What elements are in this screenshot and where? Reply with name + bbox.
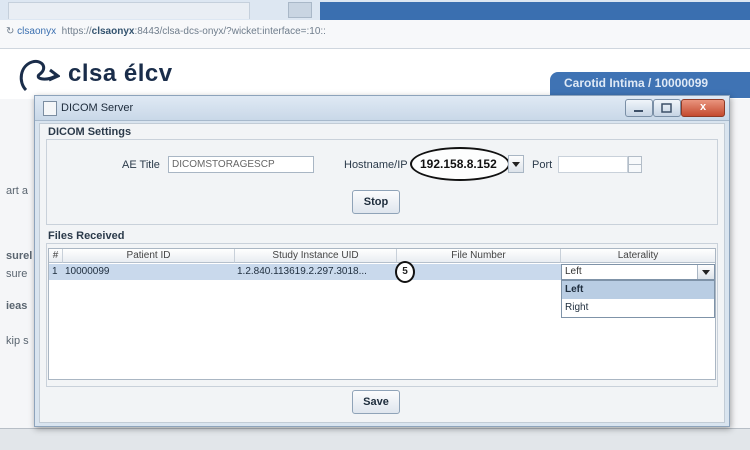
maximize-icon [661, 103, 672, 113]
laterality-option-label: Left [565, 284, 584, 295]
port-spinner[interactable] [628, 156, 642, 173]
browser-taskbar-area [320, 2, 750, 20]
side-text-fragment: sure [6, 268, 28, 280]
browser-new-tab-button[interactable] [288, 2, 312, 18]
dialog-body: DICOM Settings AE Title DICOMSTORAGESCP … [39, 123, 725, 423]
laterality-select[interactable]: Left [561, 264, 715, 280]
chevron-down-icon [702, 270, 710, 275]
ae-title-label: AE Title [122, 159, 160, 171]
column-header-file-number[interactable]: File Number [397, 249, 561, 263]
browser-tab[interactable] [8, 2, 250, 19]
side-text-fragment: ieas [6, 300, 28, 312]
stop-button[interactable]: Stop [352, 190, 400, 214]
laterality-option-left[interactable]: Left [562, 281, 714, 299]
side-text-fragment: kip s [6, 335, 29, 347]
column-header-study-uid[interactable]: Study Instance UID [235, 249, 397, 263]
files-received-group-label: Files Received [48, 230, 125, 242]
address-url-host: clsaonyx [91, 26, 135, 37]
laterality-dropdown-button[interactable] [697, 265, 714, 279]
laterality-options-list: Left Right [561, 280, 715, 318]
address-site-name: clsaonyx [17, 26, 57, 37]
hostname-dropdown-button[interactable] [508, 155, 524, 173]
dialog-title: DICOM Server [61, 102, 134, 114]
address-url-scheme: https:// [61, 26, 92, 37]
ae-title-input[interactable]: DICOMSTORAGESCP [168, 156, 314, 173]
address-url[interactable]: ↻ clsaonyx https://clsaonyx:8443/clsa-dc… [6, 26, 326, 37]
save-button[interactable]: Save [352, 390, 400, 414]
window-app-icon [43, 101, 57, 116]
port-label: Port [532, 159, 553, 171]
column-header-num[interactable]: # [49, 249, 63, 263]
logo-text: clsa élcv [68, 60, 173, 87]
file-number-cell[interactable]: 5 [395, 261, 415, 283]
address-url-path: :8443/clsa-dcs-onyx/?wicket:interface=:1… [134, 26, 326, 37]
file-number-value: 5 [402, 266, 408, 277]
dicom-server-dialog: DICOM Server x DICOM Settings AE Title D… [34, 95, 730, 427]
laterality-option-label: Right [565, 302, 589, 313]
maximize-button[interactable] [653, 99, 681, 117]
patient-id-cell[interactable]: 10000099 [65, 264, 225, 280]
hostname-label: Hostname/IP [344, 159, 408, 171]
port-input[interactable] [558, 156, 628, 173]
study-uid-cell[interactable]: 1.2.840.113619.2.297.3018... [237, 264, 383, 280]
files-table: # Patient ID Study Instance UID File Num… [48, 248, 716, 380]
clsa-logo-icon [19, 59, 60, 92]
chevron-down-icon [512, 162, 520, 167]
close-button[interactable]: x [681, 99, 725, 117]
minimize-icon [634, 110, 643, 112]
side-text-fragment: surel [6, 250, 33, 262]
column-header-laterality[interactable]: Laterality [561, 249, 715, 263]
side-text-fragment: art a [6, 185, 29, 197]
page-footer-bar [0, 428, 750, 450]
minimize-button[interactable] [625, 99, 653, 117]
column-header-patient-id[interactable]: Patient ID [63, 249, 235, 263]
close-icon: x [699, 101, 707, 113]
dialog-titlebar[interactable]: DICOM Server x [35, 96, 729, 121]
row-number-cell: 1 [52, 266, 58, 277]
dicom-settings-group-label: DICOM Settings [48, 126, 132, 138]
hostname-value[interactable]: 192.158.8.152 [420, 157, 497, 171]
laterality-selected-value: Left [565, 266, 582, 277]
laterality-option-right[interactable]: Right [562, 299, 714, 317]
refresh-icon[interactable]: ↻ [6, 26, 14, 37]
